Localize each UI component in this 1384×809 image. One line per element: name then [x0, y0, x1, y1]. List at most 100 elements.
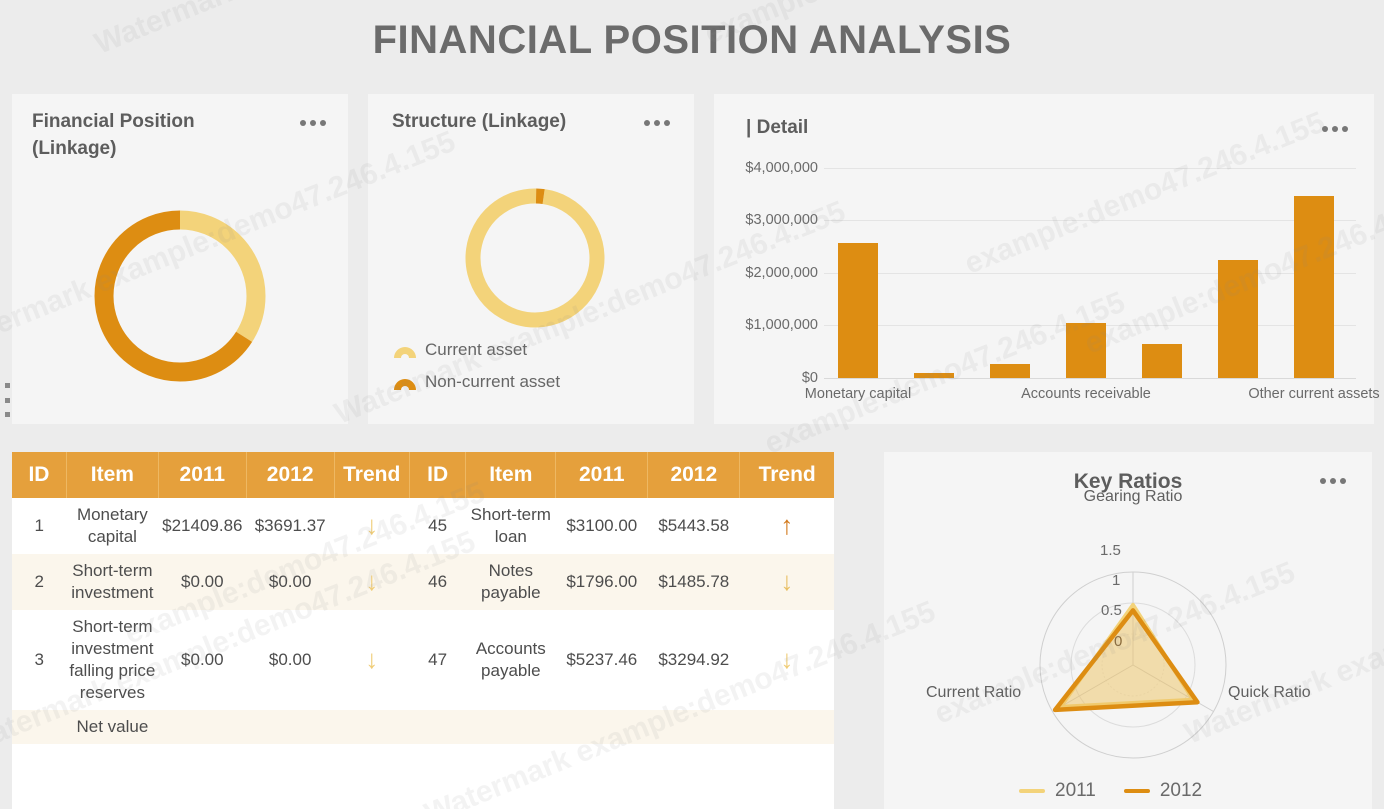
table-row[interactable]: 2 Short-term investment $0.00 $0.00 ↓ 46… [12, 554, 834, 610]
non-current-asset-legend-icon [394, 378, 416, 390]
bar-7[interactable] [1294, 196, 1334, 378]
cell-2011-left [158, 710, 247, 744]
legend-item-current-asset[interactable]: Current asset [394, 340, 560, 360]
legend-item-non-current-asset[interactable]: Non-current asset [394, 372, 560, 392]
bar-5[interactable] [1142, 344, 1182, 378]
bar-1[interactable] [838, 243, 878, 378]
radar-tick-1: 1 [1112, 572, 1121, 589]
series-2011-legend-icon [1019, 789, 1045, 793]
card-detail: | Detail $4,000,000 $3,000,000 $2,000,00… [714, 94, 1380, 424]
bar-4[interactable] [1066, 323, 1106, 378]
legend-label-non-current-asset: Non-current asset [425, 372, 561, 391]
trend-up-icon: ↑ [780, 510, 794, 540]
trend-down-icon: ↓ [780, 566, 794, 596]
col-header-id-left[interactable]: ID [12, 452, 67, 498]
x-tick-other-current-assets: Other current assets [1248, 386, 1380, 402]
table-row[interactable]: 3 Short-term investment falling price re… [12, 610, 834, 710]
bar-3[interactable] [990, 364, 1030, 378]
legend-key-ratios: 2011 2012 [1019, 780, 1202, 802]
legend-label-2011[interactable]: 2011 [1055, 780, 1096, 802]
cell-id-left: 1 [34, 516, 44, 535]
panel-drag-handle[interactable] [3, 383, 11, 417]
bar-2[interactable] [914, 373, 954, 378]
radar-axis-label-gearing-ratio: Gearing Ratio [1083, 488, 1183, 505]
cell-trend-right: ↓ [739, 554, 834, 610]
series-2012-legend-icon [1123, 789, 1150, 793]
radar-tick-1.5: 1.5 [1100, 542, 1121, 559]
cell-trend-right: ↑ [740, 498, 834, 554]
more-options-icon-detail[interactable] [1322, 126, 1348, 132]
cell-item-left: Short-term investment [66, 554, 159, 610]
cell-2012-right: $1485.78 [647, 554, 740, 610]
cell-trend-right: ↓ [740, 610, 834, 710]
cell-2012-right: $3294.92 [658, 650, 730, 669]
cell-id-left: 3 [34, 650, 44, 669]
gridline-2m [824, 273, 1356, 274]
col-header-2012-right[interactable]: 2012 [647, 452, 741, 498]
col-header-2012-left[interactable]: 2012 [246, 452, 335, 498]
y-tick-3m: $3,000,000 [745, 212, 818, 228]
x-tick-accounts-receivable: Accounts receivable [1021, 386, 1151, 402]
trend-down-icon: ↓ [365, 566, 379, 596]
col-header-2011-right[interactable]: 2011 [555, 452, 649, 498]
bar-6[interactable] [1218, 260, 1258, 378]
radar-chart-key-ratios[interactable] [884, 482, 1372, 782]
table-row[interactable]: Net value [12, 710, 834, 744]
x-tick-monetary-capital: Monetary capital [804, 386, 912, 402]
cell-id-left: 2 [12, 554, 67, 610]
dot [1322, 126, 1328, 132]
dot [644, 120, 650, 126]
gridline-4m [824, 168, 1356, 169]
y-tick-4m: $4,000,000 [745, 160, 818, 176]
col-header-item-left[interactable]: Item [66, 452, 159, 498]
cell-2012-right: $5443.58 [658, 516, 730, 535]
cell-trend-right [739, 710, 834, 744]
dot [1332, 126, 1338, 132]
cell-id-right: 47 [428, 650, 448, 669]
cell-trend-left: ↓ [334, 610, 409, 710]
gridline-3m [824, 220, 1356, 221]
cell-2012-right [647, 710, 740, 744]
gridline-0 [824, 378, 1356, 379]
table-header-row: ID Item 2011 2012 Trend ID Item 2011 201… [12, 452, 834, 498]
radar-tick-0.5: 0.5 [1101, 602, 1122, 619]
table-row[interactable]: 1 Monetary capital $21409.86 $3691.37 ↓ … [12, 498, 834, 554]
dot [310, 120, 316, 126]
dot [300, 120, 306, 126]
more-options-icon-financial-position[interactable] [300, 120, 326, 126]
col-header-id-right[interactable]: ID [409, 452, 467, 498]
current-asset-legend-icon [394, 346, 416, 358]
card-key-ratios: Key Ratios Gearing Ratio Quick Ratio Cur… [884, 452, 1372, 809]
col-header-item-right[interactable]: Item [465, 452, 557, 498]
financial-items-table-card: ID Item 2011 2012 Trend ID Item 2011 201… [12, 452, 834, 809]
legend-structure: Current asset Non-current asset [394, 340, 584, 392]
page-title: FINANCIAL POSITION ANALYSIS [372, 18, 1012, 62]
cell-2011-right [555, 710, 648, 744]
cell-item-right: Notes payable [465, 554, 556, 610]
col-header-trend-right[interactable]: Trend [739, 452, 834, 498]
donut-slice-current-asset [465, 188, 605, 328]
col-header-trend-left[interactable]: Trend [334, 452, 410, 498]
donut-chart-structure[interactable] [459, 182, 611, 334]
drag-dot [4, 383, 10, 388]
card-financial-position: Financial Position (Linkage) Assets Liab… [12, 94, 348, 491]
col-header-2011-left[interactable]: 2011 [158, 452, 247, 498]
dot [654, 120, 660, 126]
card-title-detail: | Detail [746, 117, 809, 138]
cell-id-right: 45 [428, 516, 448, 535]
radar-axis-label-quick-ratio: Quick Ratio [1228, 684, 1311, 701]
cell-item-left: Short-term investment falling price rese… [69, 617, 156, 702]
card-structure: Structure (Linkage) Current asset Non-cu… [368, 94, 694, 424]
cell-2011-left: $0.00 [181, 650, 224, 669]
radar-axis-label-current-ratio: Current Ratio [926, 684, 1022, 701]
donut-chart-financial-position[interactable] [85, 201, 275, 391]
cell-2011-left: $21409.86 [162, 516, 243, 535]
card-title-financial-position: Financial Position (Linkage) [32, 111, 195, 159]
legend-label-2012[interactable]: 2012 [1160, 780, 1202, 802]
more-options-icon-structure[interactable] [644, 120, 670, 126]
cell-id-left [12, 710, 67, 744]
cell-2011-left: $0.00 [158, 554, 247, 610]
dot [320, 120, 326, 126]
cell-item-right [465, 710, 556, 744]
cell-trend-left: ↓ [334, 554, 410, 610]
